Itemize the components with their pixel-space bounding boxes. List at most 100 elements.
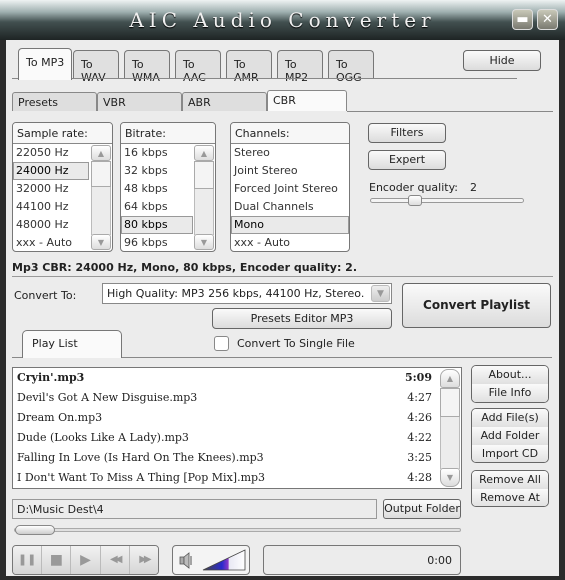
bitrate-list[interactable]: Bitrate: 16 kbps 32 kbps 48 kbps 64 kbps…	[120, 122, 216, 252]
playlist-row-current[interactable]: Cryin'.mp3 5:09	[17, 368, 432, 388]
pause-icon[interactable]: ❚❚	[13, 546, 43, 574]
scroll-up-icon[interactable]: ▲	[91, 145, 111, 161]
scroll-thumb[interactable]	[91, 161, 111, 187]
scroll-track[interactable]	[91, 187, 111, 235]
list-item[interactable]: Joint Stereo	[231, 162, 349, 180]
channels-list[interactable]: Channels: Stereo Joint Stereo Forced Joi…	[230, 122, 350, 252]
scroll-thumb[interactable]	[440, 388, 460, 417]
tab-to-ogg[interactable]: To OGG	[328, 50, 374, 84]
channels-header: Channels:	[231, 123, 349, 144]
tab-to-wma[interactable]: To WMA	[124, 50, 170, 84]
list-item[interactable]: 64 kbps	[121, 198, 193, 216]
tab-to-mp3[interactable]: To MP3	[18, 48, 72, 80]
subtab-cbr[interactable]: CBR	[267, 90, 347, 111]
chevron-down-icon[interactable]: ▼	[371, 285, 390, 302]
list-item[interactable]: xxx - Auto	[13, 234, 89, 252]
add-files-button[interactable]: Add File(s)	[472, 409, 548, 427]
filters-button[interactable]: Filters	[368, 123, 446, 143]
about-button[interactable]: About...	[472, 366, 548, 384]
playlist-row[interactable]: Dude (Looks Like A Lady).mp3 4:22	[17, 428, 432, 448]
expert-button[interactable]: Expert	[368, 150, 446, 170]
slider-thumb[interactable]	[408, 195, 423, 206]
playback-time: 0:00	[427, 554, 452, 567]
list-item-selected[interactable]: 80 kbps	[121, 216, 193, 234]
track-name: Cryin'.mp3	[17, 371, 85, 384]
file-info-button[interactable]: File Info	[472, 384, 548, 402]
hide-button[interactable]: Hide	[463, 50, 541, 71]
list-item[interactable]: 32000 Hz	[13, 180, 89, 198]
rewind-icon[interactable]: ◀◀	[100, 546, 130, 574]
close-button[interactable]: ✕	[537, 9, 558, 30]
tab-play-list[interactable]: Play List	[22, 330, 122, 358]
list-item[interactable]: Dual Channels	[231, 198, 349, 216]
add-folder-button[interactable]: Add Folder	[472, 427, 548, 445]
encoder-quality-slider[interactable]	[370, 195, 524, 206]
bitrate-scrollbar[interactable]: ▲ ▼	[194, 145, 214, 250]
subtab-presets[interactable]: Presets	[12, 92, 97, 111]
sample-rate-list[interactable]: Sample rate: 22050 Hz 24000 Hz 32000 Hz …	[12, 122, 113, 252]
list-item[interactable]: 22050 Hz	[13, 144, 89, 162]
convert-to-dropdown[interactable]: High Quality: MP3 256 kbps, 44100 Hz, St…	[102, 283, 392, 304]
subtab-vbr[interactable]: VBR	[97, 92, 182, 111]
scroll-down-icon[interactable]: ▼	[440, 468, 460, 487]
remove-all-button[interactable]: Remove All	[472, 471, 548, 489]
list-item[interactable]: xxx - Auto	[231, 234, 349, 252]
presets-editor-button[interactable]: Presets Editor MP3	[212, 308, 392, 329]
transport-controls: ❚❚ ■ ▶ ◀◀ ▶▶	[12, 545, 159, 575]
tab-to-amr[interactable]: To AMR	[226, 50, 272, 84]
list-item[interactable]: 32 kbps	[121, 162, 193, 180]
list-item[interactable]: Forced Joint Stereo	[231, 180, 349, 198]
play-icon[interactable]: ▶	[71, 546, 101, 574]
playlist[interactable]: Cryin'.mp3 5:09 Devil's Got A New Disguis…	[12, 367, 462, 489]
volume-ramp[interactable]	[202, 549, 246, 571]
scroll-up-icon[interactable]: ▲	[440, 369, 460, 388]
speaker-icon[interactable]	[179, 552, 195, 569]
track-time: 4:28	[407, 471, 432, 484]
playlist-row[interactable]: I Don't Want To Miss A Thing [Pop Mix].m…	[17, 468, 432, 488]
seek-thumb[interactable]	[15, 525, 55, 535]
stop-icon[interactable]: ■	[42, 546, 72, 574]
track-name: I Don't Want To Miss A Thing [Pop Mix].m…	[17, 471, 266, 484]
fast-forward-icon[interactable]: ▶▶	[129, 546, 158, 574]
tab-label: To MP3	[26, 56, 65, 69]
close-icon: ✕	[542, 12, 553, 27]
tab-label: To OGG	[336, 58, 362, 84]
list-item[interactable]: 48000 Hz	[13, 216, 89, 234]
output-folder-field[interactable]: D:\Music Dest\4	[12, 499, 377, 519]
tab-to-aac[interactable]: To AAC	[175, 50, 221, 84]
scroll-track[interactable]	[194, 189, 214, 235]
tab-to-wav[interactable]: To WAV	[73, 50, 119, 84]
seek-slider[interactable]	[14, 525, 461, 535]
list-item-selected[interactable]: 24000 Hz	[13, 162, 89, 180]
scroll-down-icon[interactable]: ▼	[194, 234, 214, 250]
playlist-scrollbar[interactable]: ▲ ▼	[440, 369, 460, 487]
main-panel: To MP3 To WAV To WMA To AAC To AMR To MP…	[6, 40, 559, 576]
list-item[interactable]: 96 kbps	[121, 234, 193, 252]
minimize-button[interactable]: ▬	[512, 9, 533, 30]
scroll-up-icon[interactable]: ▲	[194, 145, 214, 161]
tab-to-mp2[interactable]: To MP2	[277, 50, 323, 84]
list-item-selected[interactable]: Mono	[231, 216, 349, 234]
playlist-row[interactable]: Falling In Love (Is Hard On The Knees).m…	[17, 448, 432, 468]
single-file-checkbox[interactable]	[214, 336, 229, 351]
remove-at-button[interactable]: Remove At	[472, 489, 548, 506]
output-folder-button[interactable]: Output Folder	[383, 499, 461, 519]
scroll-track[interactable]	[440, 417, 460, 469]
title-bar[interactable]: AIC Audio Converter ▬ ✕	[0, 0, 565, 40]
import-cd-button[interactable]: Import CD	[472, 445, 548, 462]
scroll-thumb[interactable]	[194, 161, 214, 189]
track-time: 4:26	[407, 411, 432, 424]
playlist-row[interactable]: Dream On.mp3 4:26	[17, 408, 432, 428]
subtab-divider	[347, 111, 553, 112]
subtab-label: ABR	[188, 96, 211, 109]
subtab-abr[interactable]: ABR	[182, 92, 267, 111]
convert-playlist-button[interactable]: Convert Playlist	[402, 283, 551, 328]
list-item[interactable]: 44100 Hz	[13, 198, 89, 216]
sample-rate-scrollbar[interactable]: ▲ ▼	[91, 145, 111, 250]
list-item[interactable]: 48 kbps	[121, 180, 193, 198]
volume-control[interactable]	[172, 545, 250, 575]
list-item[interactable]: Stereo	[231, 144, 349, 162]
playlist-row[interactable]: Devil's Got A New Disguise.mp3 4:27	[17, 388, 432, 408]
scroll-down-icon[interactable]: ▼	[91, 234, 111, 250]
list-item[interactable]: 16 kbps	[121, 144, 193, 162]
